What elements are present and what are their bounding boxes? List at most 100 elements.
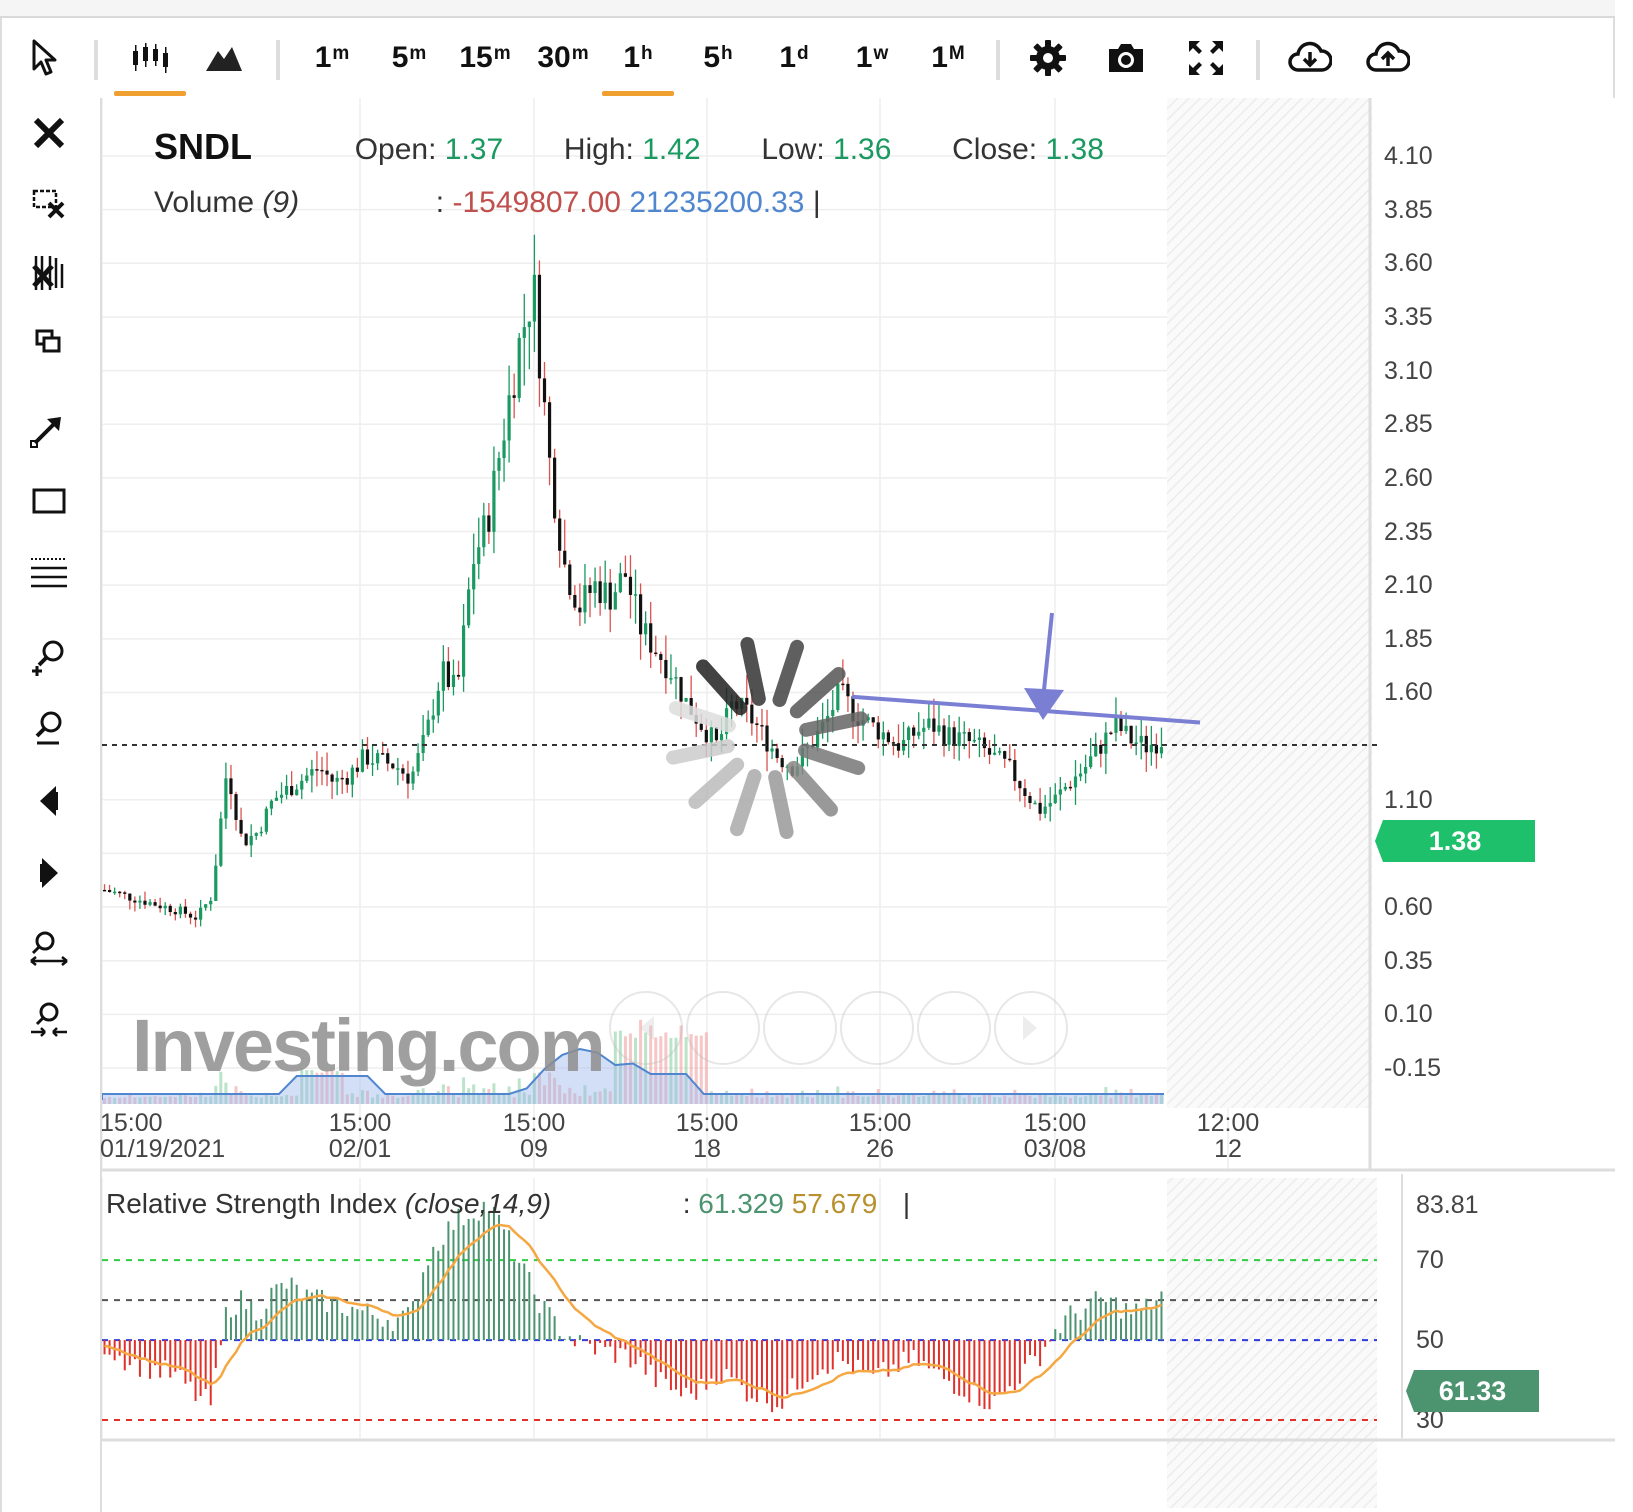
candle-body [148,902,152,905]
candle-body [937,725,941,732]
candle-body [209,900,213,905]
volume-sep: : [435,186,445,219]
clone-icon[interactable] [24,320,74,366]
candle-body [269,800,274,809]
candle-body [699,723,703,730]
candle-body [300,780,304,790]
timeframe-1w[interactable]: 1w [848,36,896,80]
timeframe-30m[interactable]: 30 m [532,36,594,80]
price-tick-label: 1.85 [1384,624,1433,653]
candle-body [1013,760,1017,782]
timeframe-1d[interactable]: 1d [772,36,816,80]
time-tick-label: 15:00 18 [675,1109,739,1163]
candle-body [876,722,880,740]
price-tick-label: 2.35 [1384,517,1433,546]
candle-body [907,727,911,740]
rsi-tick-label: 50 [1416,1326,1444,1355]
cursor-icon[interactable] [24,36,64,80]
rsi-value-1: 61.329 [698,1188,784,1219]
camera-icon[interactable] [1102,36,1150,80]
candle-body [1084,767,1088,774]
timeframe-1M[interactable]: 1M [924,36,972,80]
rectangle-icon[interactable] [24,478,74,524]
candle-body [219,818,223,866]
candle-body [669,678,673,680]
arrow-icon[interactable] [24,408,74,454]
candle-body [1043,806,1047,814]
zoom-fit-icon[interactable] [24,926,74,972]
scroll-right-icon[interactable] [24,850,74,896]
candle-body [123,892,127,894]
candle-body [113,891,117,894]
candle-body [345,778,349,785]
candle-body [431,715,435,720]
candle-body [295,789,299,796]
candle-body [1089,756,1093,768]
upload-icon[interactable] [1364,36,1412,80]
candle-body [370,763,375,765]
candle-body [168,905,172,913]
candle-body [143,900,147,905]
trendline[interactable] [851,694,1201,725]
candle-body [998,751,1002,753]
candle-body [517,337,521,398]
annotation-arrow[interactable] [1024,612,1064,720]
settings-icon[interactable] [1024,36,1072,80]
candle-body [583,585,587,613]
zoom-reset-icon[interactable] [24,998,74,1044]
mountain-icon[interactable] [202,36,246,80]
zoom-in-icon[interactable] [24,634,74,680]
candle-body [836,683,840,710]
fullscreen-icon[interactable] [1182,36,1230,80]
candle-body [588,585,592,593]
time-tick-label: 15:00 26 [848,1109,912,1163]
low-label: Low: [761,133,825,166]
download-icon[interactable] [1286,36,1334,80]
future-area-rsi [1167,1178,1377,1508]
candle-body [568,564,572,595]
candle-body [755,723,759,726]
timeframe-1m[interactable]: 1m [308,36,356,80]
price-tick-label: 1.10 [1384,785,1433,814]
candle-body [284,786,289,795]
chart-nav-buttons[interactable] [609,991,1068,1065]
lines-icon[interactable] [24,550,74,596]
candle-body [831,709,835,716]
candle-body [1104,732,1108,754]
scroll-left-icon[interactable] [24,778,74,824]
timeframe-5h[interactable]: 5h [696,36,740,80]
window-top-strip [0,0,1615,18]
candle-body [178,906,182,915]
candle-body [659,654,663,660]
candle-body [1023,788,1027,796]
candle-body [497,458,501,471]
open-label: Open: [354,133,437,166]
timeframe-5m[interactable]: 5m [384,36,434,80]
toolbar-separator [996,40,1000,80]
remove-drawing-icon[interactable] [24,180,74,226]
chart-area[interactable]: SNDL Open: 1.37 High: 1.42 Low: 1.36 Clo… [100,98,1615,1512]
candle-body [1053,794,1057,804]
zoom-out-icon[interactable] [24,706,74,752]
remove-all-icon[interactable] [24,250,74,296]
candle-body [563,550,567,565]
volume-legend: Volume (9) : -1549807.00 21235200.33 | [154,186,821,220]
candle-body [477,547,481,565]
price-tick-label: 3.35 [1384,302,1433,331]
candle-body [542,378,547,403]
candle-body [537,274,542,379]
candle-body [487,515,491,532]
candle-body [775,748,779,759]
candle-body [709,727,713,743]
rsi-value-2: 57.679 [791,1188,878,1219]
candle-body [436,690,440,716]
close-icon[interactable] [24,110,74,156]
timeframe-1h[interactable]: 1h [602,36,674,96]
timeframe-15m[interactable]: 15 m [454,36,516,80]
candles-icon[interactable] [114,36,186,96]
volume-label: Volume [154,186,255,219]
candle-body [932,718,936,732]
candle-body [618,573,622,593]
candle-body [558,518,562,551]
candle-body [441,661,445,691]
